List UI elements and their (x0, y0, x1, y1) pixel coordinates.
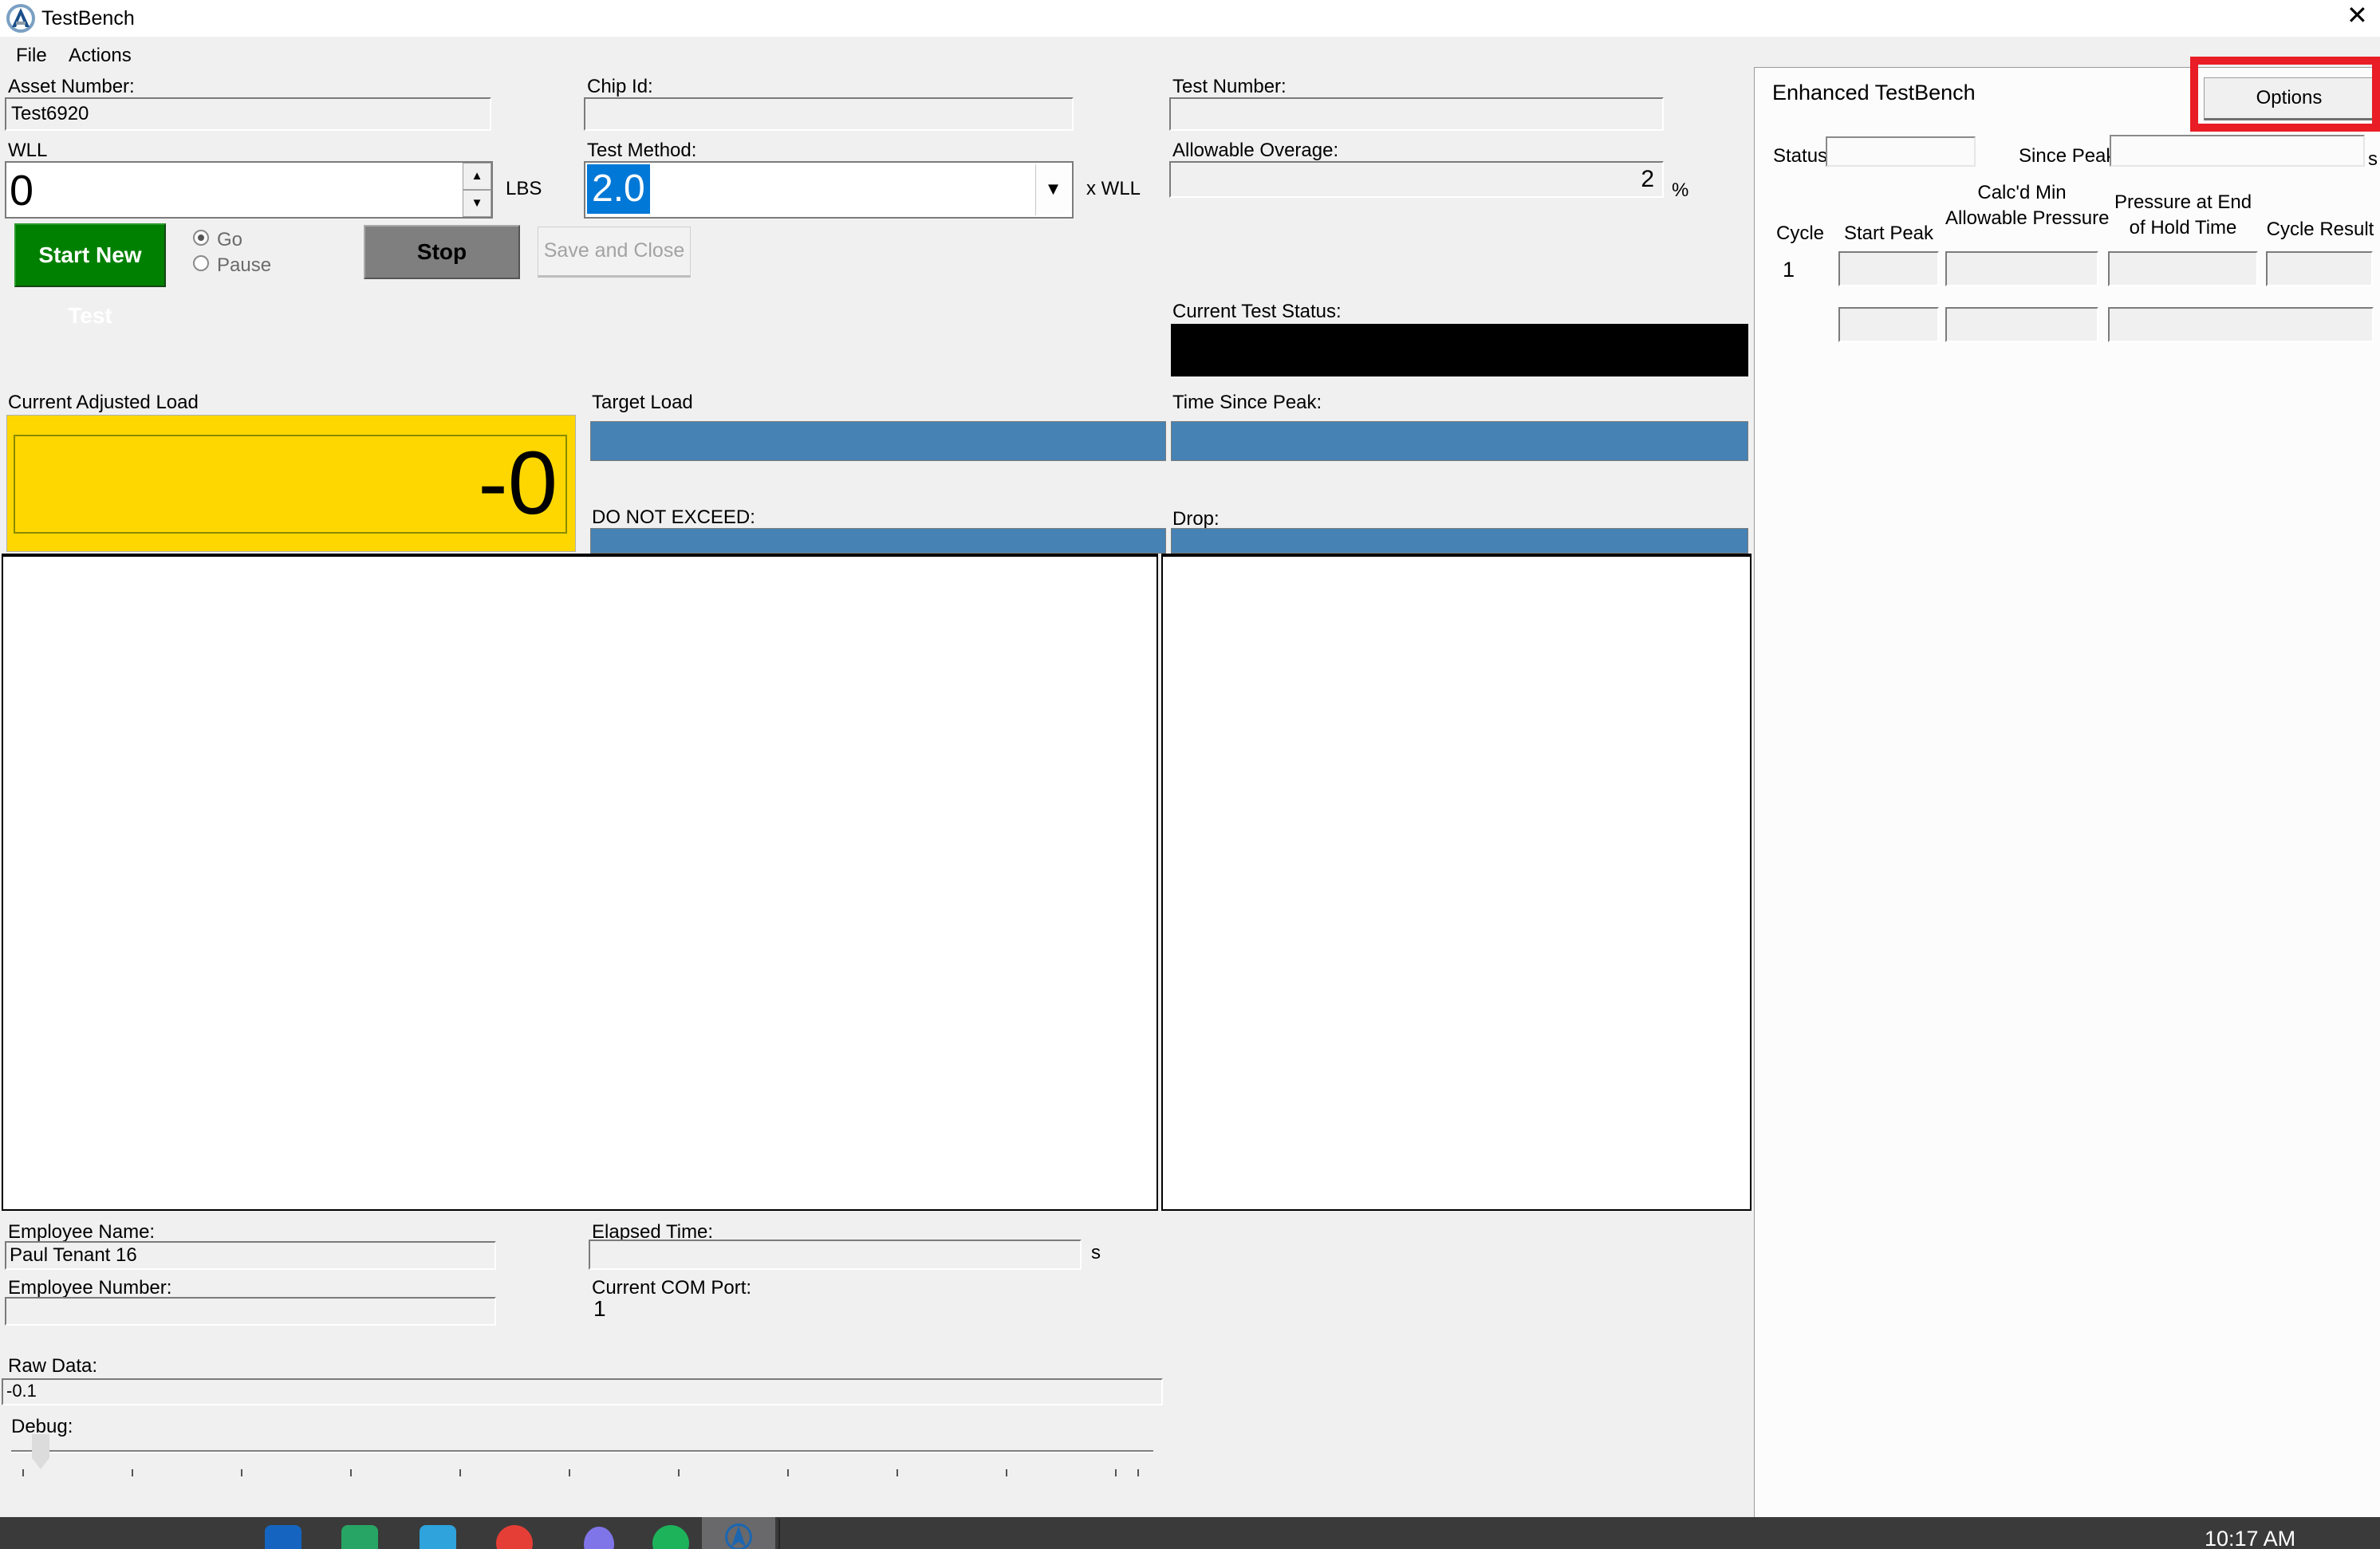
employee-name-label: Employee Name: (8, 1222, 155, 1243)
since-peak-field (2110, 135, 2365, 167)
taskbar-active-app-button[interactable] (702, 1517, 775, 1549)
taskbar-app1-icon[interactable] (265, 1525, 301, 1549)
pressure-end-wide-field (2108, 307, 2374, 342)
current-adjusted-load-value: -0 (14, 435, 567, 534)
current-test-status-label: Current Test Status: (1172, 302, 1342, 322)
wll-spin-up-icon[interactable]: ▲ (463, 163, 491, 190)
test-method-label: Test Method: (587, 140, 696, 161)
status-field (1826, 136, 1976, 167)
current-adjusted-load-label: Current Adjusted Load (8, 392, 199, 413)
pause-radio-label: Pause (217, 255, 271, 276)
title-bar: TestBench ✕ (0, 0, 2380, 37)
asset-number-field[interactable]: Test6920 (5, 97, 491, 131)
time-since-peak-bar (1171, 421, 1748, 461)
elapsed-time-unit-label: s (1091, 1243, 1101, 1263)
chip-id-field[interactable] (584, 97, 1074, 131)
taskbar-app2-icon[interactable] (341, 1525, 378, 1549)
wll-label: WLL (8, 140, 47, 161)
taskbar-app4-icon[interactable] (496, 1525, 533, 1549)
wll-stepper[interactable]: 0 ▲ ▼ (5, 161, 493, 219)
col-header-cycle-result: Cycle Result (2266, 219, 2374, 240)
window-title: TestBench (41, 8, 135, 29)
current-test-status-display (1171, 324, 1748, 376)
raw-data-field: -0.1 (2, 1378, 1163, 1405)
debug-slider-thumb[interactable] (32, 1434, 49, 1469)
since-peak-unit-label: s (2368, 149, 2378, 170)
employee-name-field[interactable]: Paul Tenant 16 (5, 1241, 496, 1270)
menu-file[interactable]: File (10, 43, 53, 69)
calcd-min-field (1945, 251, 2098, 286)
wll-value: 0 (10, 166, 33, 215)
raw-data-label: Raw Data: (8, 1356, 97, 1377)
cycle-result-field (2266, 251, 2373, 286)
since-peak-label: Since Peak: (2019, 146, 2121, 167)
drop-bar (1171, 528, 1748, 554)
taskbar-testbench-icon (721, 1523, 756, 1549)
col-header-calcd-min-line2: Allowable Pressure (1945, 208, 2098, 229)
testbench-window: TestBench ✕ File Actions Asset Number: T… (0, 0, 2380, 1549)
test-number-label: Test Number: (1172, 77, 1287, 97)
chevron-down-icon[interactable]: ▼ (1035, 164, 1070, 215)
test-method-combobox[interactable]: 2.0 ▼ (584, 161, 1074, 219)
taskbar: 10:17 AM (0, 1517, 2380, 1549)
time-since-peak-label: Time Since Peak: (1172, 392, 1322, 413)
test-number-field[interactable] (1169, 97, 1664, 131)
go-radio-label: Go (217, 230, 242, 250)
col-header-pressure-line2: of Hold Time (2108, 218, 2258, 238)
taskbar-app3-icon[interactable] (420, 1525, 456, 1549)
do-not-exceed-label: DO NOT EXCEED: (592, 507, 755, 528)
debug-slider-track (11, 1450, 1153, 1453)
pause-radio[interactable] (193, 255, 209, 271)
taskbar-clock[interactable]: 10:17 AM (2205, 1527, 2295, 1549)
col-header-cycle: Cycle (1771, 223, 1829, 244)
stop-button[interactable]: Stop (364, 225, 520, 279)
com-port-value: 1 (593, 1299, 606, 1319)
col-header-start-peak: Start Peak (1838, 223, 1939, 244)
taskbar-app6-icon[interactable] (652, 1525, 689, 1549)
target-load-label: Target Load (592, 392, 693, 413)
menu-bar: File Actions (0, 37, 2380, 70)
enhanced-testbench-panel: Enhanced TestBench Options Status: Since… (1754, 67, 2380, 1517)
elapsed-time-field[interactable] (589, 1240, 1082, 1270)
employee-number-field[interactable] (5, 1297, 496, 1326)
taskbar-separator (778, 1519, 780, 1549)
wll-unit-label: LBS (506, 179, 542, 199)
col-header-pressure-line1: Pressure at End (2108, 192, 2258, 213)
asset-number-label: Asset Number: (8, 77, 135, 97)
test-method-selected-value: 2.0 (587, 164, 650, 214)
allowable-overage-field[interactable]: 2 (1169, 161, 1664, 198)
load-chart-panel (2, 554, 1158, 1211)
wll-spin-down-icon[interactable]: ▼ (463, 190, 491, 217)
chip-id-label: Chip Id: (587, 77, 653, 97)
start-new-test-button[interactable]: Start New Test (14, 223, 166, 287)
do-not-exceed-bar (590, 528, 1166, 554)
save-and-close-button[interactable]: Save and Close (538, 227, 691, 278)
calcd-min-field (1945, 307, 2098, 342)
col-header-calcd-min-line1: Calc'd Min (1945, 183, 2098, 203)
app-logo-icon (6, 4, 35, 33)
start-peak-field (1838, 307, 1939, 342)
current-adjusted-load-display: -0 (6, 415, 576, 552)
enhanced-testbench-title: Enhanced TestBench (1772, 82, 1976, 103)
allowable-overage-label: Allowable Overage: (1172, 140, 1338, 161)
go-radio[interactable] (193, 230, 209, 246)
start-peak-field (1838, 251, 1939, 286)
allowable-overage-unit-label: % (1672, 180, 1688, 201)
target-load-bar (590, 421, 1166, 461)
com-port-label: Current COM Port: (592, 1278, 751, 1299)
options-button[interactable]: Options (2204, 77, 2374, 120)
status-label: Status: (1773, 146, 1833, 167)
employee-number-label: Employee Number: (8, 1278, 171, 1299)
close-icon[interactable]: ✕ (2347, 5, 2368, 26)
test-method-unit-label: x WLL (1086, 179, 1141, 199)
cycle-number: 1 (1783, 259, 1795, 280)
taskbar-app5-icon[interactable] (584, 1527, 614, 1549)
drop-label: Drop: (1172, 509, 1220, 530)
pressure-end-field (2108, 251, 2258, 286)
menu-actions[interactable]: Actions (62, 43, 138, 69)
secondary-chart-panel (1161, 554, 1752, 1211)
